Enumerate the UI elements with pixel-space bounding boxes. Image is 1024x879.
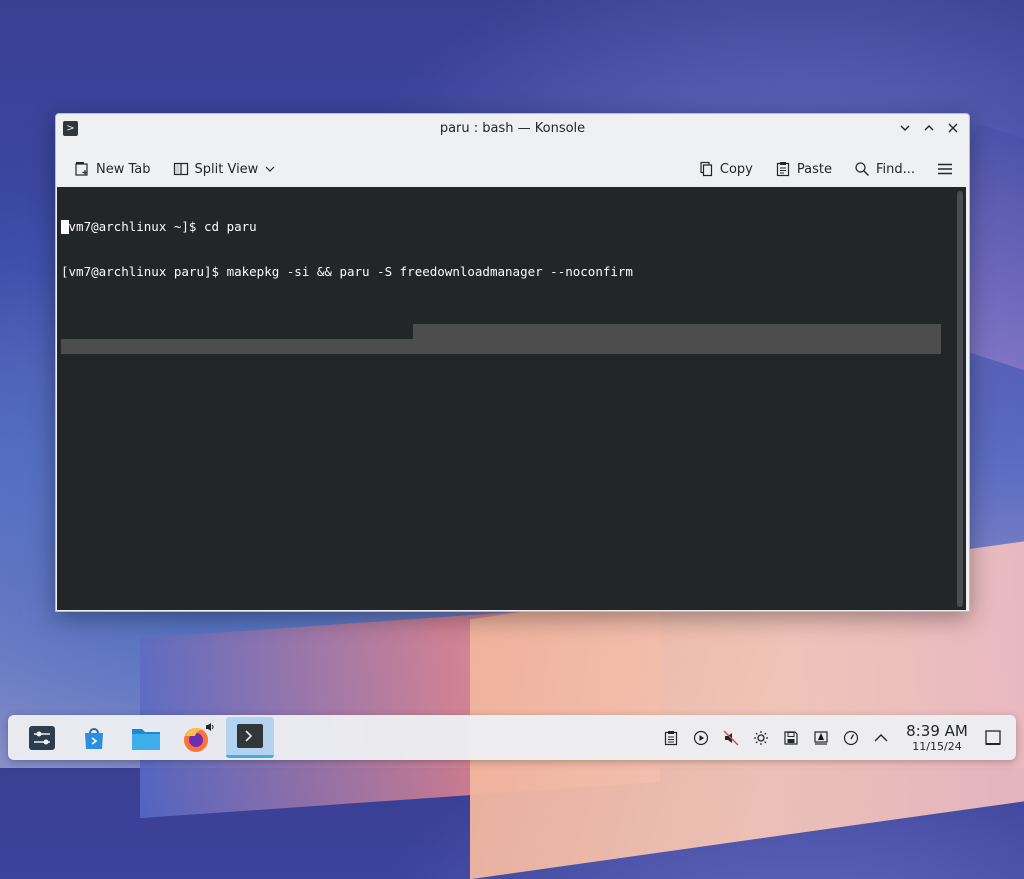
volume-tray-button[interactable] bbox=[716, 715, 746, 760]
chevron-up-icon bbox=[874, 733, 888, 741]
volume-muted-icon bbox=[723, 730, 739, 745]
terminal-area[interactable]: [vm7@archlinux ~]$ cd paru [vm7@archlinu… bbox=[57, 187, 966, 610]
terminal-line: [vm7@archlinux paru]$ makepkg -si && par… bbox=[61, 264, 633, 279]
save-icon bbox=[784, 730, 798, 745]
media-player-tray-button[interactable] bbox=[686, 715, 716, 760]
taskbar-item-firefox[interactable] bbox=[174, 717, 222, 758]
find-label: Find... bbox=[875, 161, 915, 177]
chevron-down-icon bbox=[265, 166, 275, 172]
taskbar-item-discover[interactable] bbox=[70, 717, 118, 758]
taskbar-item-dolphin[interactable] bbox=[122, 717, 170, 758]
keyboard-layout-icon bbox=[814, 730, 828, 745]
hamburger-menu-icon bbox=[938, 163, 952, 175]
paste-button[interactable]: Paste bbox=[769, 153, 838, 185]
terminal-line: [vm7@archlinux ~]$ cd paru bbox=[61, 219, 257, 234]
chevron-up-icon bbox=[924, 125, 934, 131]
brightness-tray-button[interactable] bbox=[746, 715, 776, 760]
firefox-icon bbox=[184, 722, 214, 752]
window-title: paru : bash — Konsole bbox=[439, 120, 586, 136]
terminal-cursor bbox=[61, 220, 69, 234]
gauge-icon bbox=[843, 730, 859, 745]
sliders-icon bbox=[29, 725, 55, 750]
paste-label: Paste bbox=[796, 161, 832, 177]
terminal-output: [vm7@archlinux ~]$ cd paru [vm7@archlinu… bbox=[61, 189, 633, 309]
close-button[interactable] bbox=[943, 118, 963, 138]
konsole-app-icon[interactable]: > bbox=[63, 121, 78, 136]
copy-button[interactable]: Copy bbox=[692, 153, 759, 185]
play-circle-icon bbox=[693, 730, 709, 745]
clipboard-tray-button[interactable] bbox=[656, 715, 686, 760]
power-profile-tray-button[interactable] bbox=[836, 715, 866, 760]
selection-highlight bbox=[413, 324, 941, 339]
clock-date: 11/15/24 bbox=[912, 739, 962, 753]
selection-highlight bbox=[61, 339, 941, 354]
taskbar-item-konsole[interactable] bbox=[226, 717, 274, 758]
new-tab-button[interactable]: New Tab bbox=[68, 153, 157, 185]
split-view-label: Split View bbox=[194, 161, 259, 177]
split-view-icon bbox=[173, 162, 188, 176]
hamburger-menu-button[interactable] bbox=[931, 153, 959, 185]
maximize-button[interactable] bbox=[919, 118, 939, 138]
brightness-icon bbox=[754, 730, 768, 745]
chevron-down-icon bbox=[900, 125, 910, 131]
search-icon bbox=[855, 162, 869, 176]
toolbar: New Tab Split View Copy Paste Find... bbox=[56, 144, 969, 186]
terminal-icon bbox=[237, 724, 263, 748]
show-desktop-icon bbox=[985, 729, 1001, 745]
digital-clock[interactable]: 8:39 AM 11/15/24 bbox=[902, 721, 972, 753]
system-tray: 8:39 AM 11/15/24 bbox=[656, 715, 1016, 760]
window-controls bbox=[895, 118, 963, 138]
find-button[interactable]: Find... bbox=[848, 153, 921, 185]
title-bar[interactable]: > paru : bash — Konsole bbox=[56, 114, 969, 142]
minimize-button[interactable] bbox=[895, 118, 915, 138]
new-tab-label: New Tab bbox=[96, 161, 151, 177]
clipboard-icon bbox=[664, 730, 678, 745]
taskbar: 8:39 AM 11/15/24 bbox=[8, 715, 1016, 760]
paste-icon bbox=[776, 162, 789, 177]
new-tab-icon bbox=[75, 162, 88, 176]
copy-icon bbox=[700, 161, 712, 177]
split-view-button[interactable]: Split View bbox=[167, 153, 283, 185]
show-desktop-button[interactable] bbox=[978, 715, 1008, 760]
folder-icon bbox=[132, 728, 160, 750]
konsole-window: > paru : bash — Konsole New Tab Split Vi… bbox=[55, 113, 970, 612]
close-icon bbox=[948, 123, 958, 133]
store-icon bbox=[85, 727, 103, 749]
scrollbar[interactable] bbox=[957, 191, 963, 607]
copy-label: Copy bbox=[719, 161, 753, 177]
disks-tray-button[interactable] bbox=[776, 715, 806, 760]
clock-time: 8:39 AM bbox=[906, 721, 968, 740]
tray-expander-button[interactable] bbox=[866, 715, 896, 760]
taskbar-item-system-settings[interactable] bbox=[18, 717, 66, 758]
input-method-tray-button[interactable] bbox=[806, 715, 836, 760]
